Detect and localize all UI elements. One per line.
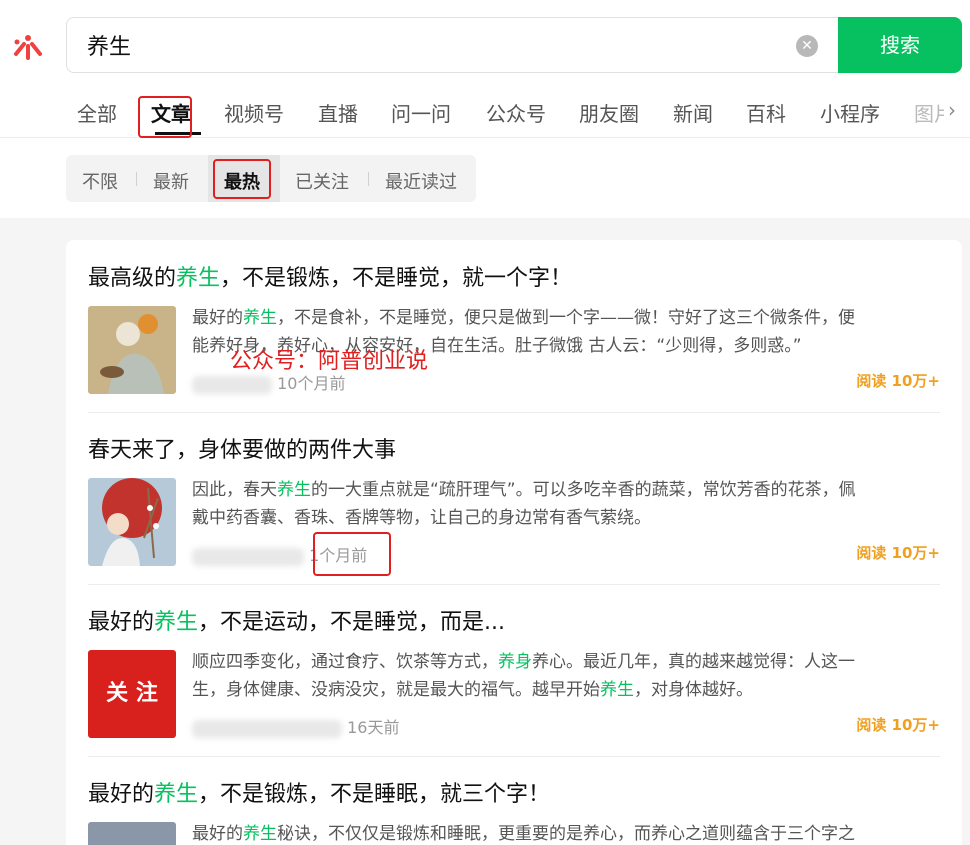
chevron-right-icon[interactable]: › bbox=[948, 98, 956, 122]
filter-followed[interactable]: 已关注 bbox=[295, 168, 349, 194]
article-thumbnail[interactable] bbox=[88, 478, 176, 566]
tab-live[interactable]: 直播 bbox=[318, 98, 358, 127]
annotation-box-publish-time bbox=[313, 532, 391, 576]
article-read-count: 阅读 10万+ bbox=[856, 544, 940, 562]
watermark-text: 公众号：阿普创业说 bbox=[230, 349, 429, 374]
article-summary: 因此，春天养生的一大重点就是“疏肝理气”。可以多吃辛香的蔬菜，常饮芳香的花茶，佩… bbox=[192, 480, 856, 528]
annotation-box-hottest-filter bbox=[213, 159, 271, 199]
blurred-account-name bbox=[192, 719, 342, 738]
article-title[interactable]: 最好的养生，不是锻炼，不是睡眠，就三个字！ bbox=[88, 776, 940, 808]
tab-channels[interactable]: 视频号 bbox=[224, 98, 284, 127]
article-summary: 顺应四季变化，通过食疗、饮茶等方式，养身养心。最近几年，真的越来越觉得：人这一 … bbox=[192, 652, 855, 700]
article-item[interactable]: 最高级的养生，不是锻炼，不是睡觉，就一个字！ 最好的养生，不是食补，不是睡觉，便… bbox=[88, 260, 940, 400]
article-title[interactable]: 春天来了，身体要做的两件大事 bbox=[88, 432, 940, 464]
results-card: 最高级的养生，不是锻炼，不是睡觉，就一个字！ 最好的养生，不是食补，不是睡觉，便… bbox=[66, 240, 962, 845]
article-title[interactable]: 最好的养生，不是运动，不是睡觉，而是... bbox=[88, 604, 940, 636]
search-box bbox=[66, 17, 866, 73]
filter-bar: 不限 最新 最热 已关注 最近读过 bbox=[66, 155, 476, 202]
article-summary: 最好的养生秘诀，不仅仅是锻炼和睡眠，更重要的是养心，而养心之道则蕴含于三个字之 bbox=[192, 824, 855, 844]
tab-encyclopedia[interactable]: 百科 bbox=[746, 98, 786, 127]
filter-recently-read[interactable]: 最近读过 bbox=[385, 168, 457, 194]
blurred-account-name bbox=[192, 375, 272, 394]
filter-divider bbox=[136, 172, 137, 186]
filter-divider bbox=[368, 172, 369, 186]
filter-latest[interactable]: 最新 bbox=[153, 168, 189, 194]
article-read-count: 阅读 10万+ bbox=[856, 716, 940, 734]
article-thumbnail[interactable]: 关 注 bbox=[88, 650, 176, 738]
tab-images[interactable]: 图片 bbox=[914, 98, 944, 127]
filter-unlimited[interactable]: 不限 bbox=[82, 168, 118, 194]
annotation-box-articles-tab bbox=[138, 96, 192, 138]
article-time: 10个月前 bbox=[277, 374, 346, 393]
divider bbox=[88, 584, 940, 585]
article-thumbnail[interactable] bbox=[88, 306, 176, 394]
search-button[interactable]: 搜索 bbox=[838, 17, 962, 73]
divider bbox=[88, 412, 940, 413]
article-read-count: 阅读 10万+ bbox=[856, 372, 940, 390]
tab-ask[interactable]: 问一问 bbox=[391, 98, 451, 127]
tab-moments[interactable]: 朋友圈 bbox=[579, 98, 639, 127]
blurred-account-name bbox=[192, 547, 304, 566]
article-item[interactable]: 最好的养生，不是运动，不是睡觉，而是... 关 注 顺应四季变化，通过食疗、饮茶… bbox=[88, 604, 940, 744]
tab-news[interactable]: 新闻 bbox=[673, 98, 713, 127]
article-item[interactable]: 春天来了，身体要做的两件大事 因此，春天养生的一大重点就是“疏肝理气”。可以多吃… bbox=[88, 432, 940, 572]
tab-mini-programs[interactable]: 小程序 bbox=[820, 98, 880, 127]
article-meta: 16天前 bbox=[192, 714, 399, 738]
article-item[interactable]: 最好的养生，不是锻炼，不是睡眠，就三个字！ 最好的养生秘诀，不仅仅是锻炼和睡眠，… bbox=[88, 776, 940, 845]
divider bbox=[88, 756, 940, 757]
clear-search-icon[interactable]: ✕ bbox=[796, 35, 818, 57]
article-time: 16天前 bbox=[347, 718, 400, 737]
search-input[interactable] bbox=[87, 30, 767, 60]
article-thumbnail[interactable] bbox=[88, 822, 176, 845]
wechat-search-logo-icon[interactable] bbox=[10, 28, 46, 64]
tab-official-accounts[interactable]: 公众号 bbox=[486, 98, 546, 127]
tab-all[interactable]: 全部 bbox=[77, 98, 117, 127]
article-title[interactable]: 最高级的养生，不是锻炼，不是睡觉，就一个字！ bbox=[88, 260, 940, 292]
